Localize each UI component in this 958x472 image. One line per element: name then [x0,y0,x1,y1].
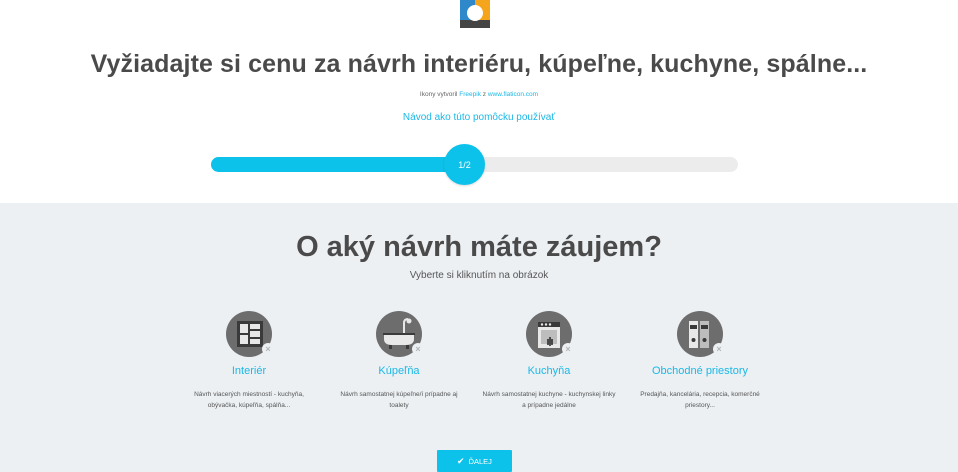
option-commercial[interactable]: × Obchodné priestory Predajňa, kancelári… [625,311,775,411]
check-icon: ✔ [457,455,465,466]
deselect-icon: × [713,343,725,355]
bathtub-icon: × [376,311,424,357]
option-interior[interactable]: × Interiér Návrh viacerých miestností - … [174,311,324,411]
icon-credits: Ikony vytvoril Freepik z www.flaticon.co… [0,91,958,98]
option-name: Kúpeľňa [378,365,420,377]
credits-author-link[interactable]: Freepik [459,91,481,98]
option-name: Interiér [231,365,267,377]
credits-mid: z [482,91,487,98]
option-desc: Návrh samostatnej kúpeľne/í prípadne aj … [340,391,458,409]
option-name: Kuchyňa [527,365,571,377]
binders-icon: × [677,311,725,357]
option-desc: Predajňa, kancelária, recepcia, komerčné… [640,391,760,409]
next-button-label: ĎALEJ [468,456,492,466]
floorplan-icon: × [226,311,274,357]
howto-link[interactable]: Návod ako túto pomôcku používať [0,112,958,123]
deselect-icon: × [562,343,574,355]
credits-site-link[interactable]: www.flaticon.com [488,91,538,98]
option-name: Obchodné priestory [652,365,748,377]
progress-step-indicator: 1/2 [444,144,485,185]
option-desc: Návrh samostatnej kuchyne - kuchynskej l… [482,391,616,409]
section-subtitle: Vyberte si kliknutím na obrázok [409,270,549,281]
option-desc: Návrh viacerých miestností - kuchyňa, ob… [194,391,304,409]
selection-section: O aký návrh máte záujem? Vyberte si klik… [0,203,958,472]
deselect-icon: × [412,343,424,355]
credits-prefix: Ikony vytvoril [419,91,458,98]
progress-fill [211,157,475,172]
option-kitchen[interactable]: × Kuchyňa Návrh samostatnej kuchyne - ku… [474,311,624,411]
next-button[interactable]: ✔ ĎALEJ [437,450,512,472]
option-bathroom[interactable]: × Kúpeľňa Návrh samostatnej kúpeľne/í pr… [324,311,474,411]
logo-icon [460,0,490,28]
page-title: Vyžiadajte si cenu za návrh interiéru, k… [90,50,868,78]
kitchen-icon: × [526,311,574,357]
section-title: O aký návrh máte záujem? [296,231,662,263]
deselect-icon: × [262,343,274,355]
